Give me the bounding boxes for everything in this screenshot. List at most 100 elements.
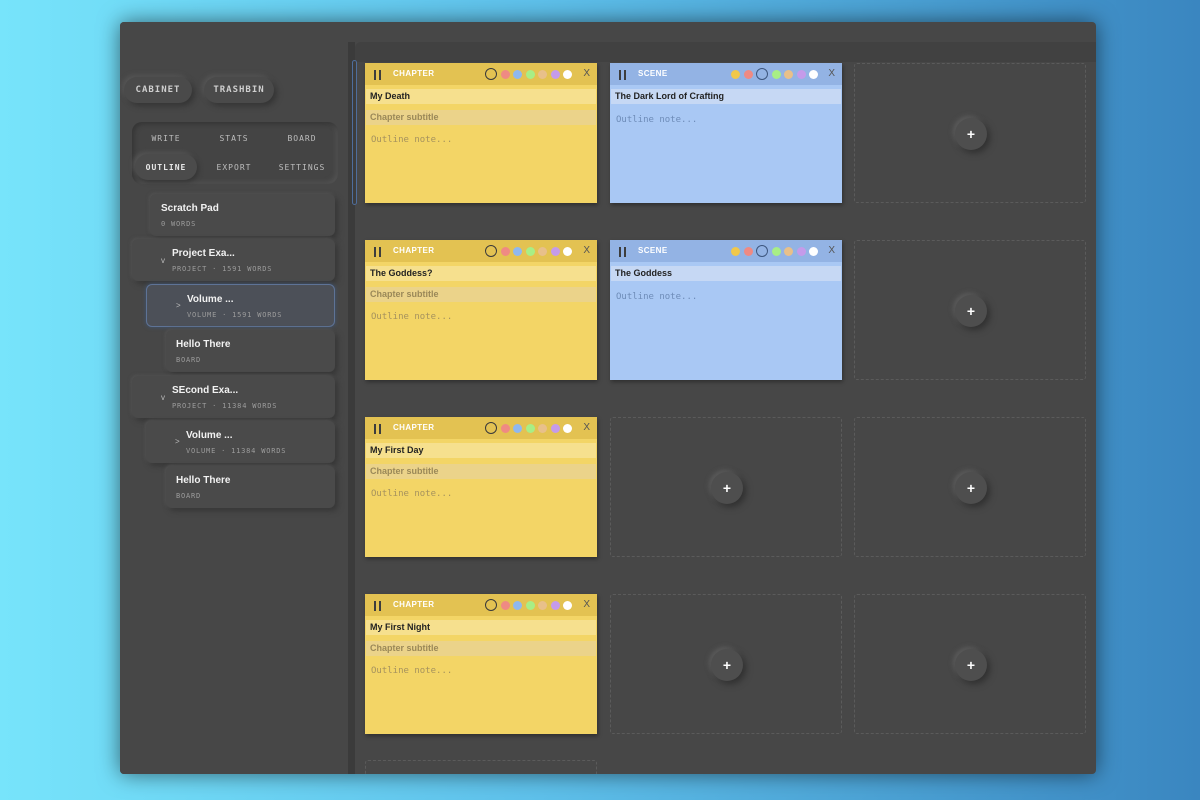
scene-card[interactable]: SCENE X The Goddess Outline note...: [610, 240, 842, 380]
card-subtitle-field[interactable]: Chapter subtitle: [366, 110, 596, 125]
color-swatch[interactable]: [513, 600, 522, 610]
color-swatch[interactable]: [485, 68, 497, 80]
card-title-field[interactable]: The Goddess?: [366, 266, 596, 281]
chapter-card[interactable]: CHAPTER X My Death Chapter subtitle Outline …: [365, 63, 597, 203]
close-icon[interactable]: X: [583, 422, 590, 433]
nav-settings[interactable]: SETTINGS: [271, 154, 333, 180]
card-title-field[interactable]: My First Night: [366, 620, 596, 635]
color-swatch[interactable]: [485, 599, 497, 611]
trashbin-button[interactable]: TRASHBIN: [204, 77, 274, 103]
close-icon[interactable]: X: [583, 245, 590, 256]
color-swatch[interactable]: [731, 246, 740, 256]
tree-item-project[interactable]: v Project Exa... PROJECT · 1591 WORDS: [132, 239, 335, 281]
chapter-card[interactable]: CHAPTER X The Goddess? Chapter subtitle Outl…: [365, 240, 597, 380]
chapter-card[interactable]: CHAPTER X My First Night Chapter subtitle Ou…: [365, 594, 597, 734]
color-swatch[interactable]: [525, 69, 535, 79]
color-swatch[interactable]: [513, 423, 522, 433]
add-card-button[interactable]: +: [711, 649, 743, 681]
nav-stats[interactable]: STATS: [203, 125, 265, 151]
color-swatch[interactable]: [525, 423, 535, 433]
add-card-button[interactable]: +: [711, 472, 743, 504]
color-swatch[interactable]: [784, 69, 793, 79]
chapter-card[interactable]: CHAPTER X My First Day Chapter subtitle Outl…: [365, 417, 597, 557]
color-swatch[interactable]: [809, 69, 818, 79]
chevron-down-icon[interactable]: v: [161, 256, 165, 265]
nav-write[interactable]: WRITE: [135, 125, 197, 151]
chevron-right-icon[interactable]: >: [176, 301, 181, 310]
close-icon[interactable]: X: [583, 599, 590, 610]
color-swatch[interactable]: [525, 246, 535, 256]
nav-board[interactable]: BOARD: [271, 125, 333, 151]
card-subtitle-field[interactable]: Chapter subtitle: [366, 464, 596, 479]
color-swatch[interactable]: [563, 600, 572, 610]
color-swatch[interactable]: [796, 246, 806, 256]
color-swatch[interactable]: [809, 246, 818, 256]
card-outline-note[interactable]: Outline note...: [371, 312, 452, 322]
drag-handle-icon[interactable]: [374, 247, 381, 257]
color-swatch[interactable]: [500, 69, 510, 79]
add-card-button[interactable]: +: [955, 295, 987, 327]
color-swatch[interactable]: [513, 246, 522, 256]
tree-item-board[interactable]: Hello There BOARD: [166, 330, 335, 372]
card-title-field[interactable]: My First Day: [366, 443, 596, 458]
color-swatch[interactable]: [743, 69, 753, 79]
color-swatch[interactable]: [563, 69, 572, 79]
color-swatch[interactable]: [500, 423, 510, 433]
cabinet-button[interactable]: CABINET: [124, 77, 192, 103]
add-card-button[interactable]: +: [955, 649, 987, 681]
color-swatch[interactable]: [513, 69, 522, 79]
color-swatch[interactable]: [743, 246, 753, 256]
color-swatch[interactable]: [550, 69, 560, 79]
card-subtitle-field[interactable]: Chapter subtitle: [366, 287, 596, 302]
color-swatch[interactable]: [485, 245, 497, 257]
tree-item-project[interactable]: v SEcond Exa... PROJECT · 11384 WORDS: [132, 376, 335, 418]
card-outline-note[interactable]: Outline note...: [616, 292, 697, 302]
color-swatch[interactable]: [771, 69, 781, 79]
color-swatch[interactable]: [563, 246, 572, 256]
tree-item-volume[interactable]: > Volume ... VOLUME · 1591 WORDS: [146, 284, 335, 327]
close-icon[interactable]: X: [828, 245, 835, 256]
scrollbar-thumb[interactable]: [352, 60, 357, 205]
color-swatch[interactable]: [784, 246, 793, 256]
scene-card[interactable]: SCENE X The Dark Lord of Crafting Outline n…: [610, 63, 842, 203]
drag-handle-icon[interactable]: [374, 70, 381, 80]
color-swatch[interactable]: [500, 600, 510, 610]
color-swatch[interactable]: [550, 246, 560, 256]
close-icon[interactable]: X: [828, 68, 835, 79]
card-outline-note[interactable]: Outline note...: [616, 115, 697, 125]
color-swatch[interactable]: [731, 69, 740, 79]
card-subtitle-field[interactable]: Chapter subtitle: [366, 641, 596, 656]
color-swatch[interactable]: [771, 246, 781, 256]
color-swatch[interactable]: [756, 245, 768, 257]
add-card-button[interactable]: +: [955, 472, 987, 504]
color-swatch[interactable]: [563, 423, 572, 433]
card-outline-note[interactable]: Outline note...: [371, 489, 452, 499]
card-title-field[interactable]: My Death: [366, 89, 596, 104]
chevron-right-icon[interactable]: >: [175, 437, 180, 446]
drag-handle-icon[interactable]: [374, 424, 381, 434]
card-title-field[interactable]: The Goddess: [611, 266, 841, 281]
color-swatch[interactable]: [525, 600, 535, 610]
tree-item-scratch-pad[interactable]: Scratch Pad 0 WORDS: [150, 194, 335, 236]
close-icon[interactable]: X: [583, 68, 590, 79]
color-swatch[interactable]: [485, 422, 497, 434]
add-card-button[interactable]: +: [955, 118, 987, 150]
card-title-field[interactable]: The Dark Lord of Crafting: [611, 89, 841, 104]
color-swatch[interactable]: [550, 423, 560, 433]
drag-handle-icon[interactable]: [619, 247, 626, 257]
color-swatch[interactable]: [550, 600, 560, 610]
drag-handle-icon[interactable]: [374, 601, 381, 611]
chevron-down-icon[interactable]: v: [161, 393, 165, 402]
nav-outline[interactable]: OUTLINE: [135, 154, 197, 180]
color-swatch[interactable]: [538, 600, 547, 610]
drag-handle-icon[interactable]: [619, 70, 626, 80]
color-swatch[interactable]: [538, 246, 547, 256]
color-swatch[interactable]: [796, 69, 806, 79]
color-swatch[interactable]: [756, 68, 768, 80]
tree-item-board[interactable]: Hello There BOARD: [166, 466, 335, 508]
tree-item-volume[interactable]: > Volume ... VOLUME · 11384 WORDS: [146, 421, 335, 463]
card-outline-note[interactable]: Outline note...: [371, 666, 452, 676]
nav-export[interactable]: EXPORT: [203, 154, 265, 180]
color-swatch[interactable]: [538, 423, 547, 433]
color-swatch[interactable]: [500, 246, 510, 256]
